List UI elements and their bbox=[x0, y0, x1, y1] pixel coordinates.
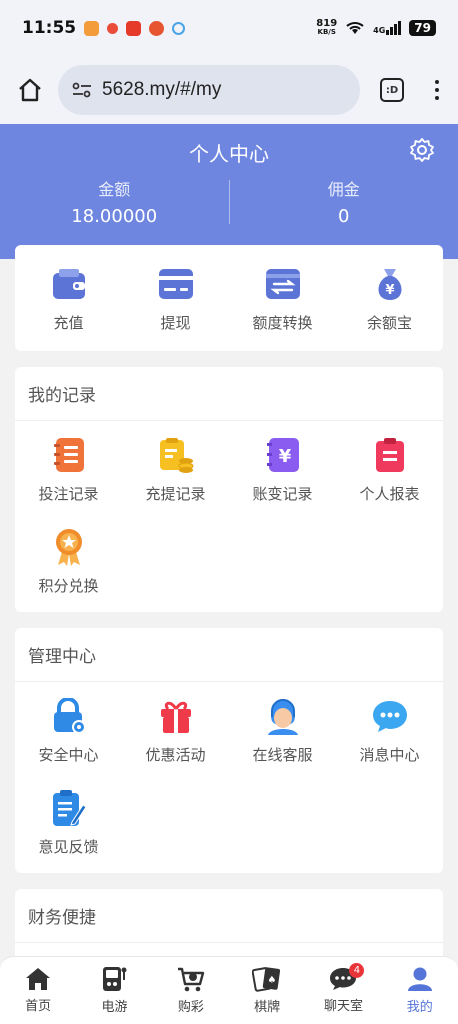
bet-records-button[interactable]: 投注记录 bbox=[15, 435, 122, 527]
app-notification-icon bbox=[107, 22, 119, 34]
wallet-icon bbox=[52, 268, 85, 299]
tab-mine[interactable]: 我的 bbox=[382, 957, 458, 1024]
personal-report-button[interactable]: 个人报表 bbox=[336, 435, 443, 527]
network-speed: 819 KB/S bbox=[316, 18, 338, 37]
notebook-icon bbox=[53, 438, 84, 472]
card-icon bbox=[158, 268, 193, 299]
management-section: 管理中心 安全中心 优惠活动 在线客服 消息中心 意见反馈 bbox=[15, 628, 443, 873]
svg-text:¥: ¥ bbox=[385, 283, 394, 298]
svg-text:♠: ♠ bbox=[268, 975, 277, 986]
promotions-button[interactable]: 优惠活动 bbox=[122, 696, 229, 788]
svg-text:¥: ¥ bbox=[278, 446, 291, 467]
deposit-withdraw-records-button[interactable]: 充提记录 bbox=[122, 435, 229, 527]
battery-icon: 79 bbox=[409, 20, 436, 36]
feedback-button[interactable]: 意见反馈 bbox=[15, 788, 122, 880]
arcade-icon bbox=[103, 967, 127, 991]
tab-arcade[interactable]: 电游 bbox=[76, 957, 152, 1024]
quick-actions: 充值 提现 额度转换 ¥ 余额宝 bbox=[15, 245, 443, 351]
coin-clipboard-icon bbox=[159, 438, 193, 473]
gift-icon bbox=[160, 701, 191, 733]
wifi-icon bbox=[346, 22, 364, 34]
tab-cards[interactable]: ♠ 棋牌 bbox=[229, 957, 305, 1024]
yuan-book-icon: ¥ bbox=[266, 438, 299, 472]
records-section: 我的记录 投注记录 充提记录 ¥ 账变记录 个人报表 积分兑换 bbox=[15, 367, 443, 612]
browser-toolbar: 5628.my/#/my :D bbox=[0, 56, 458, 124]
app-notification-icon bbox=[149, 20, 165, 36]
withdraw-button[interactable]: 提现 bbox=[122, 264, 229, 333]
unread-badge: 4 bbox=[349, 963, 365, 978]
page-title: 个人中心 bbox=[189, 142, 269, 166]
tab-lottery[interactable]: 购彩 bbox=[153, 957, 229, 1024]
tab-switcher-button[interactable]: :D bbox=[380, 78, 404, 102]
cards-icon: ♠ bbox=[252, 967, 281, 992]
message-center-button[interactable]: 消息中心 bbox=[336, 696, 443, 788]
security-center-button[interactable]: 安全中心 bbox=[15, 696, 122, 788]
report-icon bbox=[375, 438, 404, 472]
tab-chatroom[interactable]: 4 聊天室 bbox=[305, 957, 381, 1024]
section-title: 财务便捷 bbox=[15, 889, 443, 943]
user-icon bbox=[407, 967, 432, 991]
app-notification-icon bbox=[84, 20, 100, 36]
status-time: 11:55 bbox=[22, 18, 77, 38]
home-icon bbox=[26, 968, 51, 990]
customer-service-button[interactable]: 在线客服 bbox=[229, 696, 336, 788]
lottery-cart-icon bbox=[177, 967, 205, 992]
video-app-icon bbox=[126, 20, 142, 36]
balance-value: 18.00000 bbox=[71, 206, 158, 227]
medal-icon bbox=[55, 529, 82, 566]
balance-stat: 金额 18.00000 bbox=[0, 176, 229, 227]
signal-icon: 4G bbox=[373, 21, 402, 35]
browser-home-button[interactable] bbox=[12, 72, 48, 108]
profile-header: 个人中心 金额 18.00000 佣金 0 bbox=[0, 124, 458, 259]
money-bag-icon: ¥ bbox=[378, 268, 401, 300]
bottom-tab-bar: 首页 电游 购彩 ♠ 棋牌 4 聊天室 我的 bbox=[0, 956, 458, 1024]
messenger-icon bbox=[172, 21, 186, 35]
site-settings-icon bbox=[72, 82, 91, 98]
status-bar: 11:55 819 KB/S 4G 79 bbox=[0, 0, 458, 56]
transfer-button[interactable]: 额度转换 bbox=[229, 264, 336, 333]
url-text: 5628.my/#/my bbox=[102, 79, 222, 100]
points-exchange-button[interactable]: 积分兑换 bbox=[15, 527, 122, 619]
commission-stat: 佣金 0 bbox=[230, 176, 458, 227]
section-title: 我的记录 bbox=[15, 367, 443, 421]
section-title: 管理中心 bbox=[15, 628, 443, 682]
recharge-button[interactable]: 充值 bbox=[15, 264, 122, 333]
gear-icon[interactable] bbox=[408, 136, 436, 164]
chat-bubble-icon bbox=[372, 701, 407, 732]
commission-value: 0 bbox=[338, 206, 350, 227]
transfer-icon bbox=[265, 268, 300, 299]
home-icon bbox=[19, 78, 41, 102]
tab-home[interactable]: 首页 bbox=[0, 957, 76, 1024]
feedback-icon bbox=[52, 790, 86, 826]
lock-icon bbox=[53, 698, 86, 734]
yuebao-button[interactable]: ¥ 余额宝 bbox=[336, 264, 443, 333]
account-change-records-button[interactable]: ¥ 账变记录 bbox=[229, 435, 336, 527]
headset-icon bbox=[267, 699, 298, 735]
more-menu-button[interactable] bbox=[428, 80, 446, 100]
address-bar[interactable]: 5628.my/#/my bbox=[58, 65, 360, 115]
